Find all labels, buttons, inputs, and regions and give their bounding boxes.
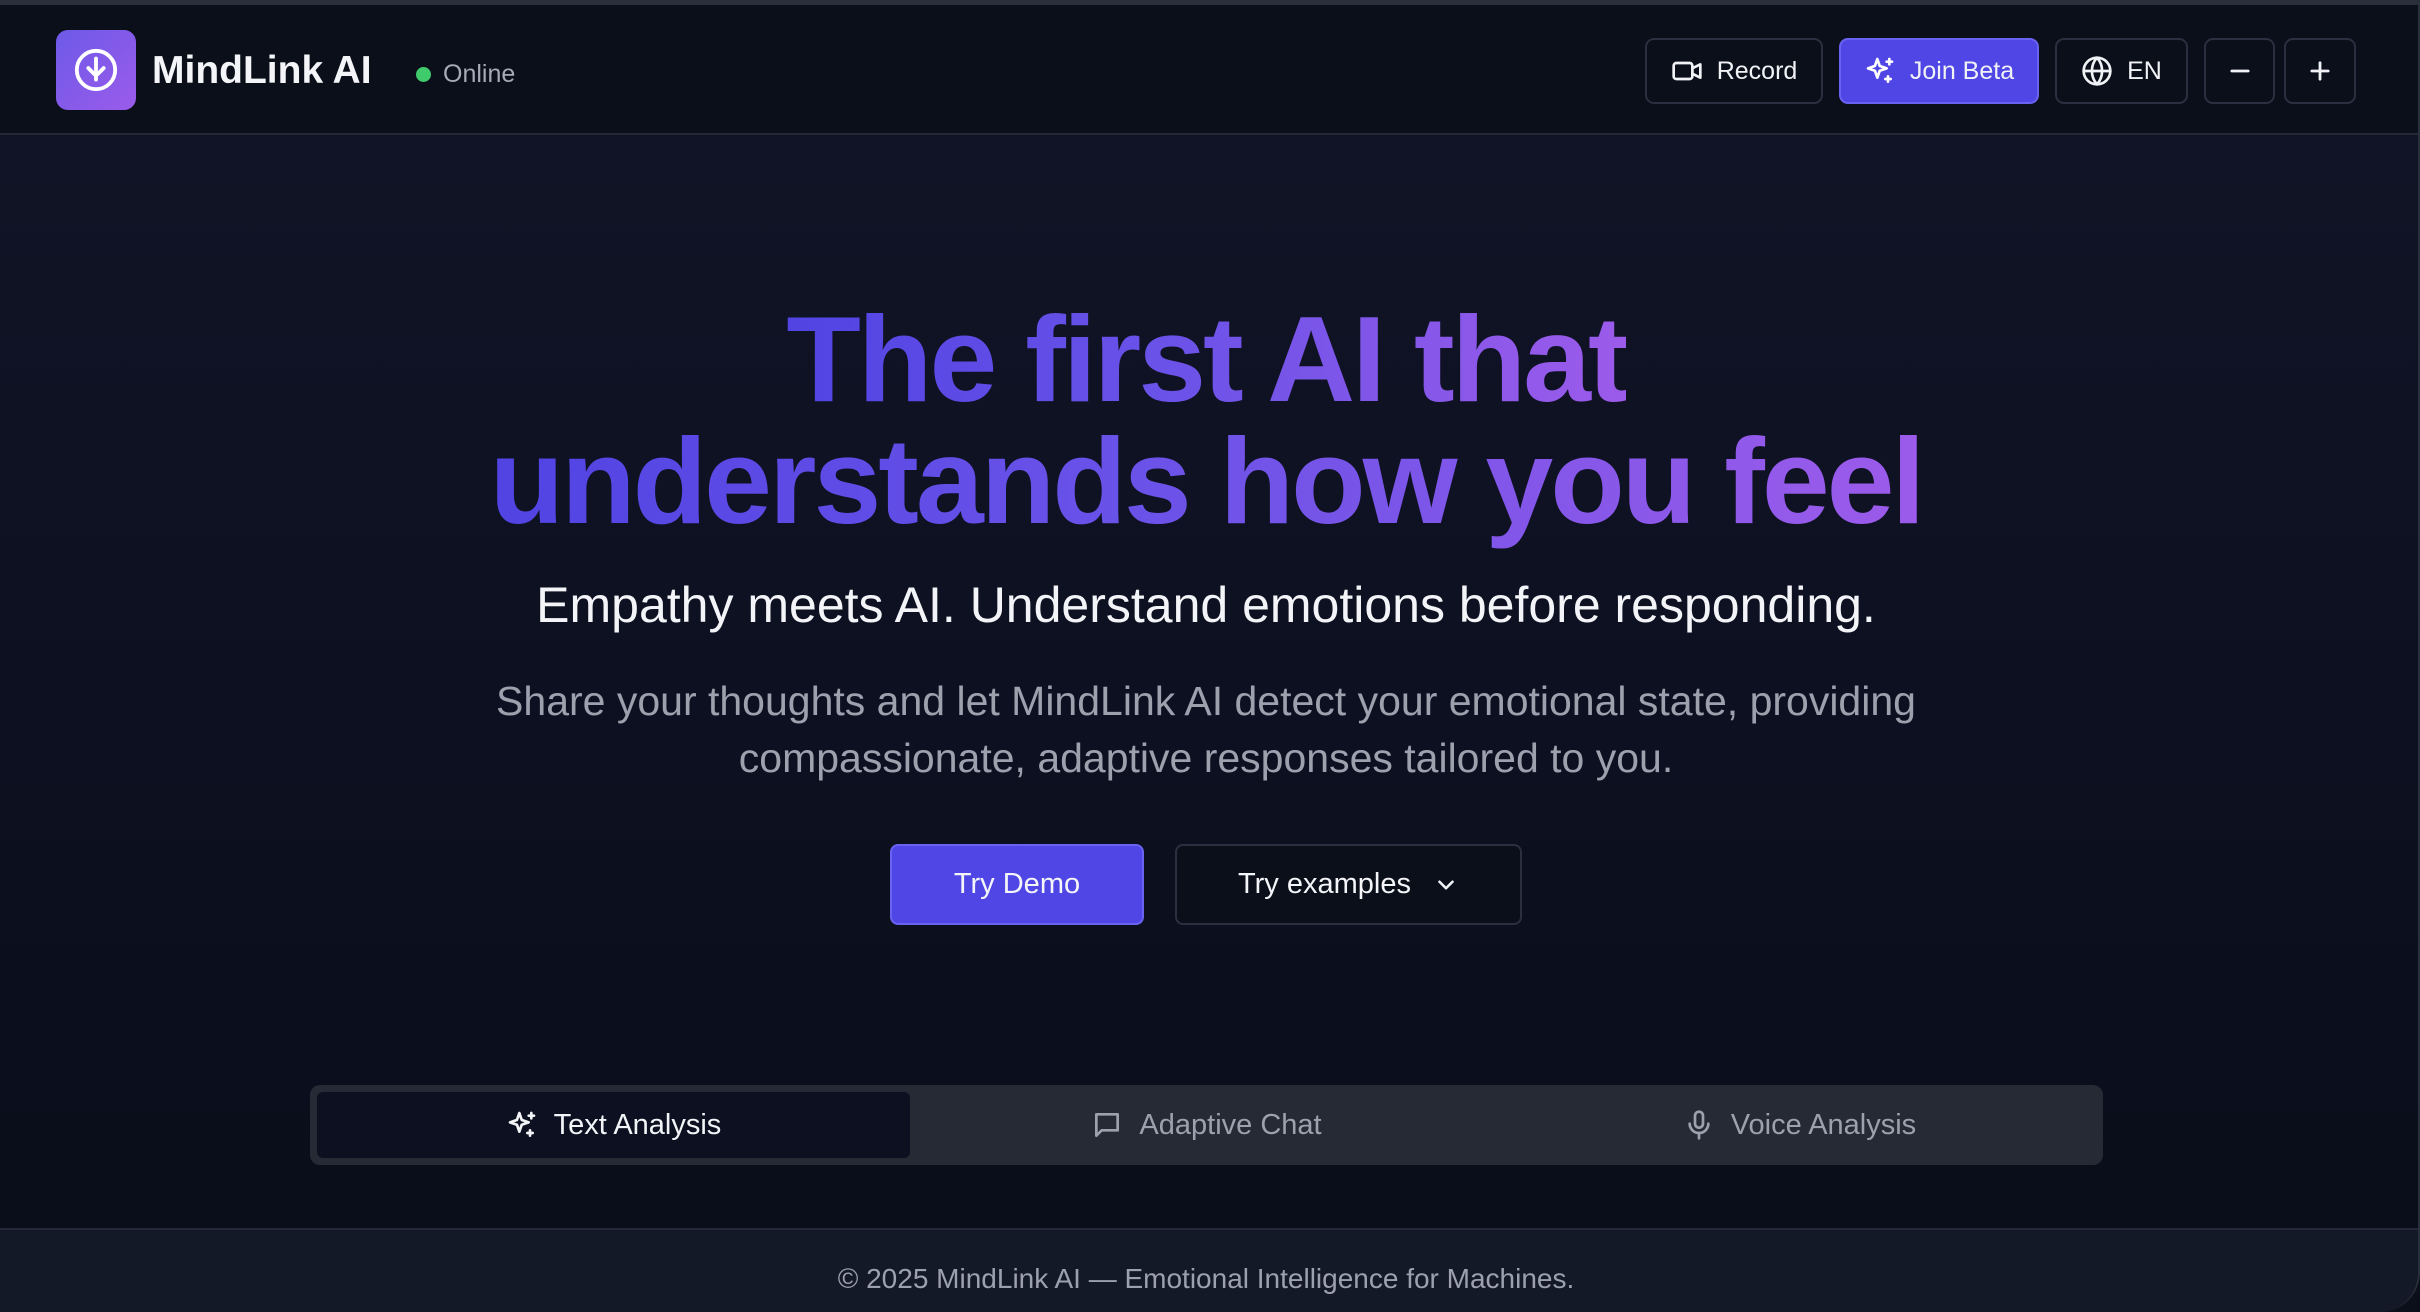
record-label: Record — [1716, 56, 1798, 85]
tab-label: Voice Analysis — [1730, 1108, 1917, 1141]
video-camera-icon — [1672, 61, 1702, 81]
try-examples-dropdown[interactable]: Try examples — [1175, 844, 1522, 925]
chevron-down-icon — [1438, 879, 1454, 890]
hero-subtitle: Empathy meets AI. Understand emotions be… — [536, 577, 1876, 633]
chat-bubble-icon — [1095, 1113, 1120, 1137]
brain-download-icon — [74, 48, 118, 92]
brand-name: MindLink AI — [152, 49, 372, 92]
zoom-in-button[interactable] — [2284, 38, 2356, 104]
footer-copyright: © 2025 MindLink AI — Emotional Intellige… — [837, 1263, 1575, 1294]
hero-title: The first AI that understands how you fe… — [0, 298, 2412, 542]
join-beta-label: Join Beta — [1909, 56, 2015, 85]
plus-icon — [2310, 61, 2330, 81]
tab-text-analysis[interactable]: Text Analysis — [317, 1092, 910, 1158]
tab-adaptive-chat[interactable]: Adaptive Chat — [910, 1092, 1503, 1158]
tab-label: Adaptive Chat — [1139, 1108, 1322, 1141]
hero-description: Share your thoughts and let MindLink AI … — [496, 678, 1916, 781]
footer: © 2025 MindLink AI — Emotional Intellige… — [0, 1228, 2418, 1312]
sparkles-icon — [1866, 57, 1894, 83]
status-label: Online — [443, 60, 516, 88]
tab-voice-analysis[interactable]: Voice Analysis — [1503, 1092, 2096, 1158]
top-bar: MindLink AI Online Record Join Beta EN — [0, 5, 2418, 135]
try-demo-button[interactable]: Try Demo — [890, 844, 1144, 925]
tab-label: Text Analysis — [553, 1108, 722, 1141]
globe-icon — [2082, 56, 2112, 86]
status-indicator: Online — [416, 60, 515, 89]
feature-tabs: Text Analysis Adaptive Chat Voice Analys… — [310, 1085, 2103, 1165]
join-beta-button[interactable]: Join Beta — [1839, 38, 2039, 104]
try-demo-label: Try Demo — [953, 868, 1081, 900]
logo[interactable] — [56, 30, 136, 110]
microphone-icon — [1688, 1110, 1710, 1140]
record-button[interactable]: Record — [1645, 38, 1823, 104]
hero-title-line-1: The first AI that — [786, 291, 1628, 427]
app-window: MindLink AI Online Record Join Beta EN T… — [0, 0, 2420, 1312]
language-selector[interactable]: EN — [2055, 38, 2188, 104]
hero-title-line-2: understands how you feel — [489, 413, 1926, 549]
sparkles-icon — [508, 1111, 536, 1137]
try-examples-label: Try examples — [1238, 868, 1411, 900]
language-label: EN — [2127, 56, 2162, 85]
zoom-out-button[interactable] — [2204, 38, 2275, 104]
minus-icon — [2229, 69, 2250, 73]
status-dot — [416, 67, 431, 82]
